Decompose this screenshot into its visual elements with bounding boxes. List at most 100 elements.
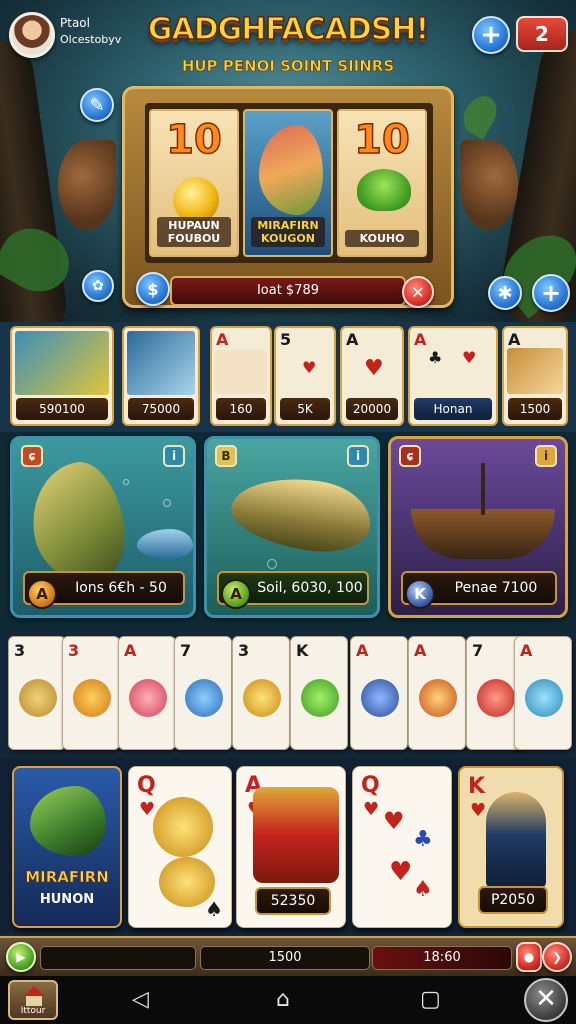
strip-card-value: Honan	[414, 398, 492, 420]
card-rank: K	[468, 774, 486, 799]
fish-icon	[507, 348, 563, 394]
row-card[interactable]: 7	[174, 636, 232, 750]
king-card[interactable]: K ♥ P2050	[458, 766, 564, 928]
heart-icon: ♥	[383, 807, 405, 835]
pets-button[interactable]: ✿	[82, 270, 114, 302]
spade-icon: ♠	[205, 897, 223, 921]
coin-icon	[153, 797, 213, 857]
strip-card[interactable]: A 1500	[502, 326, 568, 426]
bass-icon	[30, 786, 106, 856]
frog-icon	[301, 679, 339, 717]
play-icon: ▶	[16, 950, 26, 964]
strip-card[interactable]: A 160	[210, 326, 272, 426]
fish-icon	[127, 331, 195, 395]
reel-1: 10 HUPAUN FOUBOU	[149, 109, 239, 257]
close-icon: ✕	[535, 984, 557, 1014]
bet-display: Ioat $789	[170, 276, 406, 306]
home-icon[interactable]: ⌂	[276, 988, 290, 1012]
sun-icon	[73, 679, 111, 717]
spade-icon: ♠	[413, 877, 433, 902]
strip-card-value: 20000	[346, 398, 398, 420]
cancel-bet-button[interactable]: ✕	[402, 276, 434, 308]
heart-icon: ♥	[302, 358, 317, 377]
heart-icon: ♥	[363, 799, 380, 820]
chevron-right-icon: ❯	[551, 950, 563, 964]
bass-icon	[23, 456, 133, 590]
feature-card[interactable]: MIRAFIRN HUNON	[12, 766, 122, 928]
strip-card-value: 5K	[280, 398, 330, 420]
recents-icon[interactable]: ▢	[420, 988, 441, 1012]
lure-icon	[243, 679, 281, 717]
shell-icon	[361, 679, 399, 717]
dot-icon: ●	[523, 950, 535, 964]
play-button[interactable]: ▶	[6, 942, 36, 972]
bobber-icon	[477, 679, 515, 717]
row-card[interactable]: A	[514, 636, 572, 750]
king-card-value: P2050	[478, 886, 548, 914]
heart-icon: ♥	[139, 799, 156, 820]
player-name: Ptaol	[60, 16, 90, 30]
progress-track	[40, 946, 196, 970]
gear-icon: ✱	[497, 282, 513, 304]
reel-icon	[185, 679, 223, 717]
strip-card[interactable]: A ♣ ♥ Honan	[408, 326, 498, 426]
fish-icon	[137, 529, 193, 559]
lure-icon: B	[215, 445, 237, 467]
strip-card[interactable]: A ♥ 20000	[340, 326, 404, 426]
next-button[interactable]: ❯	[542, 942, 572, 972]
row-card[interactable]: K	[290, 636, 348, 750]
card-rank: A	[216, 330, 229, 349]
add-coins-button[interactable]: +	[472, 16, 510, 54]
strip-card[interactable]: 5 ♥ 5K	[274, 326, 336, 426]
plus-icon: +	[540, 279, 562, 307]
settings-button[interactable]: ✱	[488, 276, 522, 310]
row-card[interactable]: 3	[232, 636, 290, 750]
fish-icon	[259, 125, 323, 215]
home-shortcut[interactable]: Ittour	[8, 980, 58, 1020]
bet-down-button[interactable]: $	[136, 272, 170, 306]
close-button[interactable]: ✕	[524, 978, 568, 1022]
hand-area: MIRAFIRN HUNON Q ♥ ♠ A ♥ 52350 Q ♥ ♥ ♣ ♥…	[0, 758, 576, 934]
reel-2: MIRAFIRN KOUGON	[243, 109, 333, 257]
strip-card[interactable]: 75000	[122, 326, 200, 426]
reel-3-number: 10	[353, 116, 410, 164]
add-bet-button[interactable]: +	[532, 274, 570, 312]
status-bar: ▶ 1500 18:60 ● ❯	[0, 936, 576, 976]
row-card[interactable]: A	[408, 636, 466, 750]
boat-panel[interactable]: ɕ i Penae 7100 K	[388, 436, 568, 618]
fishing-panel-2[interactable]: B i Soil, 6030, 100 A	[204, 436, 380, 618]
queen-hearts-card[interactable]: Q ♥ ♥ ♣ ♥ ♠	[352, 766, 452, 928]
card-rank: 7	[472, 641, 484, 660]
panel-2-text: Soil, 6030, 100	[257, 580, 363, 596]
card-rank: Q	[361, 773, 380, 798]
card-row: 3 3 A 7 3 K A A 7 A	[0, 632, 576, 754]
card-rank: K	[296, 641, 309, 660]
right-ornament	[460, 140, 518, 230]
fishing-panel-1[interactable]: ɕ i Ions 6€h - 50 A	[10, 436, 196, 618]
row-card[interactable]: 3	[62, 636, 120, 750]
queen-card[interactable]: Q ♥ ♠	[128, 766, 232, 928]
hook-icon: ɕ	[399, 445, 421, 467]
row-card[interactable]: A	[350, 636, 408, 750]
card-rank: 3	[14, 641, 26, 660]
back-icon[interactable]: ◁	[132, 988, 149, 1012]
ace-card[interactable]: A ♥ 52350	[236, 766, 346, 928]
pencil-icon: ✎	[89, 94, 105, 116]
counter-badge[interactable]: 2	[516, 16, 568, 52]
coin-icon	[19, 679, 57, 717]
heart-icon: ♥	[462, 348, 477, 367]
row-card[interactable]: A	[118, 636, 176, 750]
paw-icon: ✿	[92, 278, 104, 294]
strip-card-value: 75000	[128, 398, 194, 420]
strip-card[interactable]: 590100	[10, 326, 114, 426]
player-avatar[interactable]	[9, 12, 55, 58]
home-label: Ittour	[20, 1006, 46, 1016]
panel-2-badge: A	[221, 579, 251, 609]
strip-card-value: 590100	[16, 398, 108, 420]
edit-button[interactable]: ✎	[80, 88, 114, 122]
card-rank: A	[414, 330, 427, 349]
row-card[interactable]: 3	[8, 636, 66, 750]
card-rank: A	[520, 641, 533, 660]
info-icon: i	[535, 445, 557, 467]
record-button[interactable]: ●	[516, 942, 542, 972]
